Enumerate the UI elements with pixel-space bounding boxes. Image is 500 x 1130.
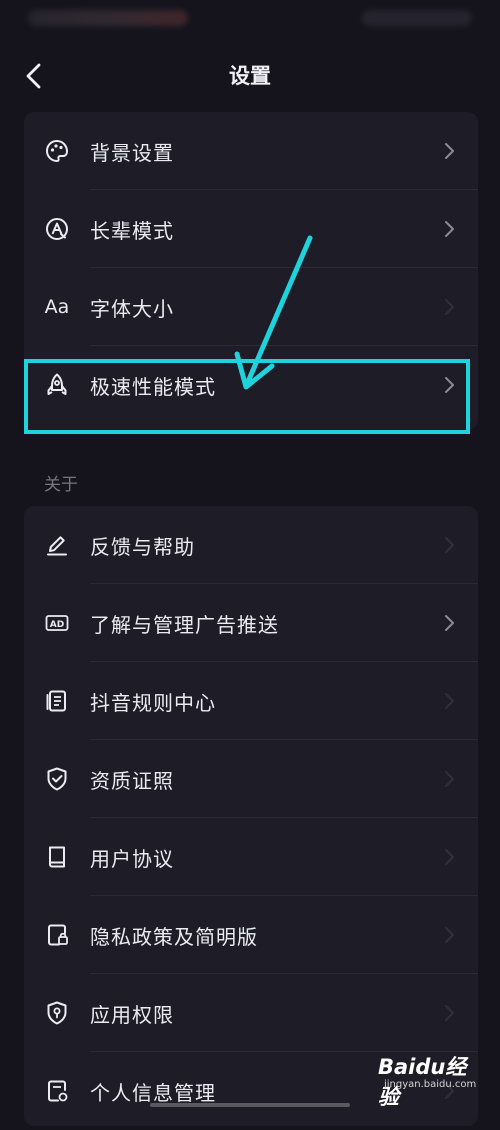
baidu-jingyan-watermark: Baidu经验 jingyan.baidu.com	[378, 1047, 478, 1109]
nav-bar: 设置	[0, 48, 500, 104]
section-header-about: 关于	[44, 475, 78, 495]
privacy-lock-icon	[44, 922, 70, 948]
book-icon	[44, 844, 70, 870]
about-row-label: 隐私政策及简明版	[90, 924, 258, 949]
font-size-icon-text: Aa	[44, 296, 70, 318]
settings-row-label: 长辈模式	[90, 218, 174, 243]
chevron-right-icon	[445, 927, 454, 943]
about-row-label: 了解与管理广告推送	[90, 612, 279, 637]
page-title: 设置	[229, 64, 271, 88]
settings-row-font-size[interactable]: Aa 字体大小	[24, 268, 478, 346]
rules-doc-icon	[44, 688, 70, 714]
chevron-right-icon	[445, 299, 454, 315]
chevron-right-icon	[445, 1005, 454, 1021]
about-row-rules-center[interactable]: 抖音规则中心	[24, 662, 478, 740]
chevron-right-icon	[445, 615, 454, 631]
watermark-logo-paw: du	[415, 1055, 446, 1079]
chevron-right-icon	[445, 771, 454, 787]
pencil-icon	[44, 532, 70, 558]
settings-row-label: 字体大小	[90, 296, 174, 321]
palette-icon	[44, 138, 70, 164]
about-row-privacy-policy[interactable]: 隐私政策及简明版	[24, 896, 478, 974]
chevron-right-icon	[445, 849, 454, 865]
about-group: 反馈与帮助 AD 了解与管理广告推送 抖音规则中心 资质证照 用户协议 隐私政策…	[24, 506, 478, 1126]
shield-check-icon	[44, 766, 70, 792]
status-bar	[0, 0, 500, 40]
about-row-ad-management[interactable]: AD 了解与管理广告推送	[24, 584, 478, 662]
chevron-right-icon	[445, 221, 454, 237]
about-row-qualifications[interactable]: 资质证照	[24, 740, 478, 818]
status-bar-right-blurred	[362, 10, 472, 26]
home-indicator	[150, 1103, 350, 1107]
permission-shield-icon	[44, 1000, 70, 1026]
font-size-icon: Aa	[44, 294, 70, 320]
about-row-label: 反馈与帮助	[90, 534, 195, 559]
highlight-box-annotation	[24, 359, 470, 434]
about-row-feedback[interactable]: 反馈与帮助	[24, 506, 478, 584]
about-row-label: 抖音规则中心	[90, 690, 216, 715]
chevron-right-icon	[445, 143, 454, 159]
about-row-label: 资质证照	[90, 768, 174, 793]
about-row-label: 用户协议	[90, 846, 174, 871]
settings-row-background[interactable]: 背景设置	[24, 112, 478, 190]
settings-row-elder-mode[interactable]: 长辈模式	[24, 190, 478, 268]
about-row-label: 应用权限	[90, 1002, 174, 1027]
status-bar-left-blurred	[28, 10, 188, 26]
about-row-label: 个人信息管理	[90, 1080, 216, 1105]
personal-info-icon	[44, 1078, 70, 1104]
about-row-app-permissions[interactable]: 应用权限	[24, 974, 478, 1052]
ad-icon-text: AD	[50, 620, 64, 630]
chevron-right-icon	[445, 693, 454, 709]
watermark-logo-main: Bai	[378, 1055, 416, 1079]
ad-icon: AD	[44, 610, 70, 636]
watermark-url: jingyan.baidu.com	[384, 1079, 477, 1090]
about-row-user-agreement[interactable]: 用户协议	[24, 818, 478, 896]
elder-mode-icon	[44, 216, 70, 242]
settings-row-label: 背景设置	[90, 140, 174, 165]
chevron-right-icon	[445, 537, 454, 553]
